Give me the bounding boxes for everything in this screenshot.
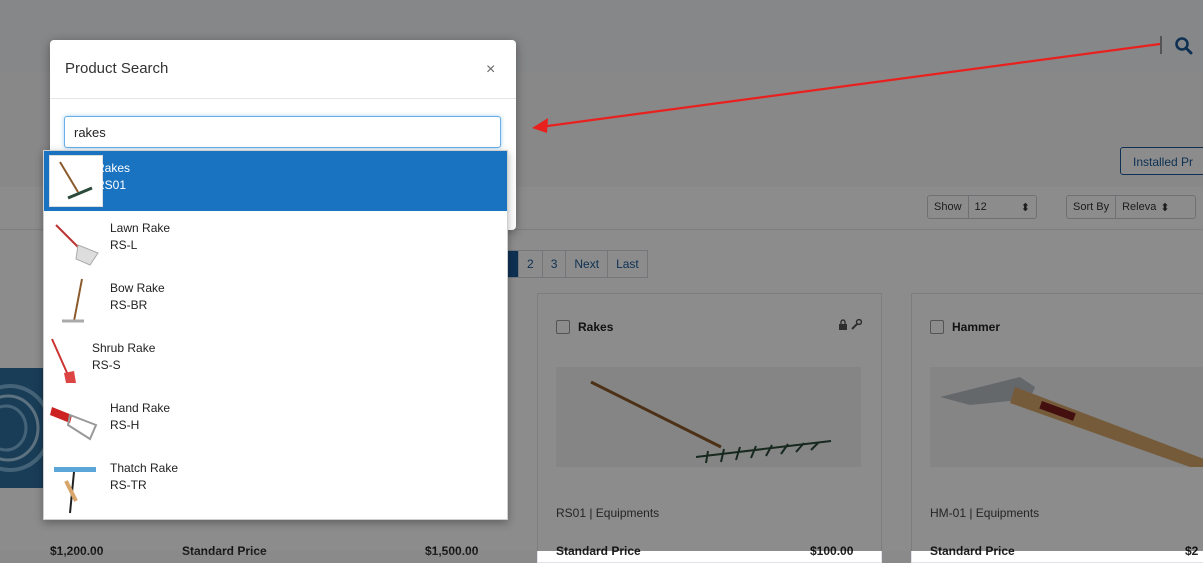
- bow-rake-thumbnail: [54, 275, 108, 327]
- result-item-rakes[interactable]: Rakes RS01: [44, 151, 507, 211]
- rake-thumbnail: [49, 155, 103, 207]
- result-item-bow-rake[interactable]: Bow Rake RS-BR: [44, 271, 507, 331]
- result-name: Hand Rake: [110, 401, 171, 415]
- result-code: RS-H: [110, 418, 140, 432]
- result-item-lawn-rake[interactable]: Lawn Rake RS-L: [44, 211, 507, 271]
- result-name: Bow Rake: [110, 281, 165, 295]
- result-name: Shrub Rake: [92, 341, 156, 355]
- thatch-rake-thumbnail: [50, 455, 104, 514]
- result-code: RS01: [96, 178, 127, 192]
- result-code: RS-S: [92, 358, 121, 372]
- hand-rake-thumbnail: [50, 395, 104, 447]
- result-item-thatch-rake[interactable]: Thatch Rake RS-TR: [44, 451, 507, 514]
- modal-title: Product Search: [65, 60, 169, 77]
- result-item-shrub-rake[interactable]: Shrub Rake RS-S: [44, 331, 507, 391]
- product-search-input[interactable]: [64, 116, 501, 148]
- result-item-hand-rake[interactable]: Hand Rake RS-H: [44, 391, 507, 451]
- result-name: Lawn Rake: [110, 221, 171, 235]
- lawn-rake-thumbnail: [50, 215, 104, 267]
- result-name: Rakes: [96, 161, 131, 175]
- close-icon[interactable]: ×: [486, 62, 495, 78]
- result-code: RS-L: [110, 238, 138, 252]
- result-code: RS-TR: [110, 478, 147, 492]
- search-results-dropdown: Rakes RS01 Lawn Rake RS-L Bow Rake RS-BR…: [43, 150, 508, 520]
- result-code: RS-BR: [110, 298, 148, 312]
- result-name: Thatch Rake: [110, 461, 179, 475]
